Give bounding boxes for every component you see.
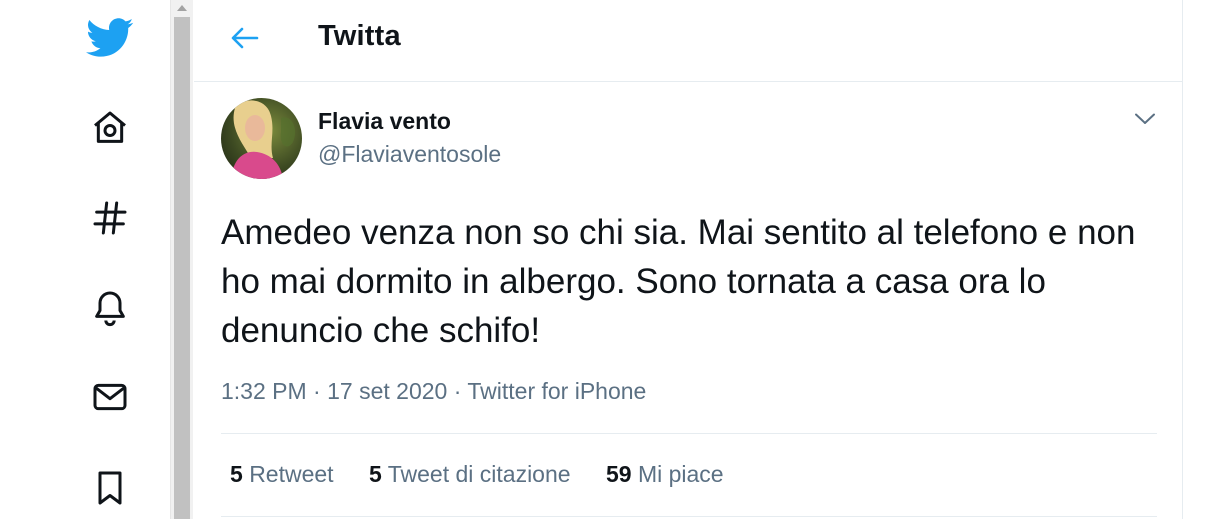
arrow-left-icon: [231, 27, 259, 49]
tweet-source[interactable]: Twitter for iPhone: [467, 378, 646, 404]
page-title: Twitta: [318, 20, 401, 52]
divider: [221, 433, 1157, 434]
tweet-date[interactable]: 17 set 2020: [327, 378, 447, 404]
twitter-bird-icon: [86, 18, 134, 57]
tweet-meta: 1:32 PM · 17 set 2020 · Twitter for iPho…: [221, 378, 646, 405]
twitter-logo-link[interactable]: [84, 12, 136, 64]
author-handle[interactable]: @Flaviaventosole: [318, 141, 501, 168]
nav-messages-button[interactable]: [84, 371, 136, 423]
retweets-stat[interactable]: 5 Retweet: [230, 461, 334, 488]
quotes-stat[interactable]: 5 Tweet di citazione: [369, 461, 571, 488]
more-options-button[interactable]: [1128, 102, 1162, 136]
triangle-up-icon: [177, 5, 187, 11]
tweet-time[interactable]: 1:32 PM: [221, 378, 307, 404]
quotes-count: 5: [368, 461, 382, 487]
avatar-photo: [221, 98, 302, 179]
likes-count: 59: [605, 461, 632, 487]
tweet-stats: 5 Retweet 5 Tweet di citazione 59 Mi pia…: [230, 461, 753, 488]
scroll-up-arrow[interactable]: [171, 0, 193, 16]
avatar[interactable]: [221, 98, 302, 179]
chevron-down-icon: [1135, 113, 1155, 124]
sidebar-nav: [0, 0, 170, 519]
bookmark-icon: [98, 471, 122, 505]
scroll-thumb[interactable]: [174, 17, 190, 519]
page-header: Twitta: [194, 0, 1182, 82]
quotes-label: Tweet di citazione: [387, 461, 571, 487]
retweets-label: Retweet: [249, 461, 334, 487]
meta-separator: ·: [453, 378, 462, 404]
main-column: Twitta Flavia vento @Flaviaventosole Ame…: [194, 0, 1183, 519]
divider: [221, 516, 1157, 517]
hashtag-icon: [93, 201, 127, 235]
back-button[interactable]: [224, 20, 266, 56]
nav-explore-button[interactable]: [84, 192, 136, 244]
meta-separator: ·: [313, 378, 321, 404]
likes-stat[interactable]: 59 Mi piace: [606, 461, 724, 488]
tweet-text: Amedeo venza non so chi sia. Mai sentito…: [221, 213, 1136, 350]
likes-label: Mi piace: [637, 461, 724, 487]
nav-home-button[interactable]: [84, 102, 136, 154]
author-name[interactable]: Flavia vento: [318, 108, 451, 135]
nav-notifications-button[interactable]: [84, 282, 136, 334]
retweets-count: 5: [230, 461, 243, 487]
scrollbar[interactable]: [170, 0, 193, 519]
nav-bookmarks-button[interactable]: [84, 462, 136, 514]
home-icon: [94, 111, 126, 143]
mail-icon: [93, 383, 127, 411]
bell-icon: [95, 291, 125, 327]
